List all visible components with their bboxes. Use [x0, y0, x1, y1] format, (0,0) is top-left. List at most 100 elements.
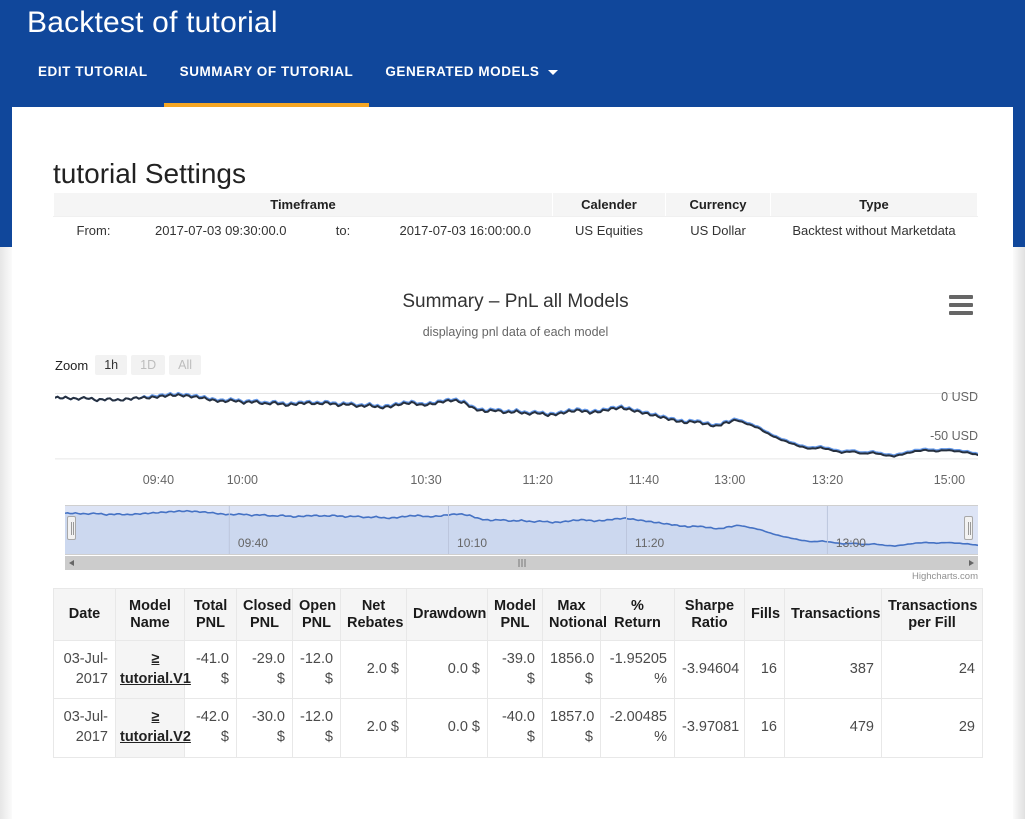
zoom-button-1h[interactable]: 1h: [95, 355, 128, 375]
zoom-button-1d[interactable]: 1D: [131, 355, 166, 375]
cell-model-pnl: -39.0 $: [487, 640, 543, 700]
tab-generated-models[interactable]: GENERATED MODELS: [369, 59, 574, 107]
navigator-x-labels: 09:40 10:10 11:20 13:00: [65, 506, 978, 554]
model-link[interactable]: ≥ tutorial.V1: [120, 650, 191, 689]
cell-sharpe-ratio: -3.97081: [674, 698, 745, 758]
column-header-model-pnl[interactable]: Model PNL: [487, 587, 543, 642]
cell-pct-return: -2.00485 %: [600, 698, 675, 758]
cell-total-pnl: -42.0 $: [184, 698, 237, 758]
table-row: 03-Jul-2017 ≥ tutorial.V2 -42.0 $ -30.0 $ -12…: [53, 698, 983, 758]
navigator-handle-right[interactable]: [964, 516, 973, 540]
x-axis-tick-label: 11:40: [628, 473, 660, 487]
chart-scrollbar[interactable]: [65, 556, 978, 570]
highcharts-credit[interactable]: Highcharts.com: [912, 571, 978, 582]
zoom-range-selector: Zoom 1h 1D All: [55, 355, 205, 375]
column-header-net-rebates[interactable]: Net Rebates: [340, 587, 407, 642]
settings-table: Timeframe Calender Currency Type From: 2…: [53, 192, 978, 244]
cell-model-name: ≥ tutorial.V2: [115, 698, 191, 758]
cell-model-pnl: -40.0 $: [487, 698, 543, 758]
x-axis-tick-label: 11:20: [522, 473, 553, 487]
scrollbar-grip[interactable]: [521, 559, 522, 567]
chart-series-svg: [55, 391, 978, 460]
cell-open-pnl: -12.0 $: [292, 698, 341, 758]
settings-type-value: Backtest without Marketdata: [792, 223, 956, 238]
scrollbar-track[interactable]: [79, 556, 964, 570]
settings-from-label: From:: [76, 223, 111, 238]
cell-net-rebates: 2.0 $: [340, 698, 407, 758]
tab-summary-of-tutorial-label: SUMMARY OF TUTORIAL: [179, 64, 354, 79]
settings-header-currency: Currency: [665, 192, 771, 217]
chart-subtitle: displaying pnl data of each model: [422, 325, 609, 339]
expand-icon: ≥: [151, 709, 160, 726]
chart-title: Summary – PnL all Models: [402, 291, 629, 312]
cell-closed-pnl: -30.0 $: [236, 698, 293, 758]
column-header-max-notional[interactable]: Max Notional: [542, 587, 607, 642]
cell-drawdown: 0.0 $: [406, 698, 488, 758]
scrollbar-arrow-left-icon[interactable]: [65, 556, 79, 570]
column-header-date[interactable]: Date: [53, 587, 116, 642]
settings-calender-value: US Equities: [575, 223, 643, 238]
column-header-drawdown[interactable]: Drawdown: [406, 587, 488, 642]
tab-edit-tutorial-label: EDIT TUTORIAL: [38, 64, 148, 79]
cell-fills: 16: [744, 640, 785, 700]
tab-edit-tutorial[interactable]: EDIT TUTORIAL: [22, 59, 164, 107]
column-header-closed-pnl[interactable]: Closed PNL: [236, 587, 293, 642]
x-axis-tick-label: 13:00: [714, 473, 746, 487]
cell-date: 03-Jul-2017: [53, 640, 116, 700]
cell-fills: 16: [744, 698, 785, 758]
cell-closed-pnl: -29.0 $: [236, 640, 293, 700]
column-header-pct-return[interactable]: % Return: [600, 587, 675, 642]
cell-open-pnl: -12.0 $: [292, 640, 341, 700]
chart-navigator[interactable]: 09:40 10:10 11:20 13:00: [65, 505, 978, 555]
cell-transactions-per-fill: 24: [881, 640, 983, 700]
x-axis-tick-label: 10:00: [226, 473, 258, 487]
cell-transactions: 479: [784, 698, 882, 758]
cell-max-notional: 1857.0 $: [542, 698, 601, 758]
chevron-down-icon: [548, 70, 559, 75]
tab-generated-models-label: GENERATED MODELS: [385, 64, 540, 79]
cell-sharpe-ratio: -3.94604: [674, 640, 745, 700]
settings-to-label: to:: [335, 223, 351, 238]
model-name-label: tutorial.V1: [120, 670, 191, 687]
navigator-tick-label: 10:10: [457, 536, 488, 550]
column-header-sharpe-ratio[interactable]: Sharpe Ratio: [674, 587, 745, 642]
cell-date: 03-Jul-2017: [53, 698, 116, 758]
settings-header-calender: Calender: [552, 192, 666, 217]
expand-icon: ≥: [151, 651, 160, 668]
column-header-open-pnl[interactable]: Open PNL: [292, 587, 341, 642]
page-edge-left: [0, 247, 12, 819]
chart-plot-area[interactable]: [55, 387, 978, 472]
navigator-tick-label: 13:00: [835, 536, 866, 550]
cell-net-rebates: 2.0 $: [340, 640, 407, 700]
navigator-tick-label: 11:20: [635, 536, 665, 550]
column-header-transactions-per-fill[interactable]: Transactions per Fill: [881, 587, 983, 642]
x-axis-labels: 09:40 10:00 10:30 11:20 11:40 13:00 13:20 15:00: [55, 473, 978, 491]
zoom-button-all[interactable]: All: [169, 355, 202, 375]
app-root: Backtest of tutorial EDIT TUTORIAL SUMMA…: [0, 0, 1025, 819]
model-name-label: tutorial.V2: [120, 729, 191, 746]
table-row: 03-Jul-2017 ≥ tutorial.V1 -41.0 $ -29.0 $ -12…: [53, 640, 983, 700]
column-header-transactions[interactable]: Transactions: [784, 587, 882, 642]
x-axis-tick-label: 15:00: [933, 473, 966, 487]
settings-header-type: Type: [770, 192, 978, 217]
cell-model-name: ≥ tutorial.V1: [115, 640, 191, 700]
scrollbar-arrow-right-icon[interactable]: [964, 556, 978, 570]
table-header-row: Date Model Name Total PNL Closed PNL Ope…: [53, 587, 983, 642]
tab-summary-of-tutorial[interactable]: SUMMARY OF TUTORIAL: [163, 59, 370, 107]
column-header-fills[interactable]: Fills: [744, 587, 785, 642]
hamburger-menu-icon[interactable]: [949, 295, 973, 315]
settings-currency-value: US Dollar: [690, 223, 746, 238]
model-link[interactable]: ≥ tutorial.V2: [120, 708, 191, 747]
column-header-model-name[interactable]: Model Name: [115, 587, 185, 642]
navigator-tick-label: 09:40: [237, 536, 268, 550]
cell-drawdown: 0.0 $: [406, 640, 488, 700]
models-summary-table: Date Model Name Total PNL Closed PNL Ope…: [53, 587, 983, 758]
column-header-total-pnl[interactable]: Total PNL: [184, 587, 237, 642]
x-axis-tick-label: 13:20: [811, 473, 844, 487]
settings-title: tutorial Settings: [53, 158, 246, 189]
settings-table-header-row: Timeframe Calender Currency Type: [53, 192, 978, 217]
page-title: Backtest of tutorial: [27, 6, 278, 39]
navigator-handle-left[interactable]: [67, 516, 76, 540]
x-axis-tick-label: 09:40: [142, 473, 175, 487]
cell-transactions-per-fill: 29: [881, 698, 983, 758]
